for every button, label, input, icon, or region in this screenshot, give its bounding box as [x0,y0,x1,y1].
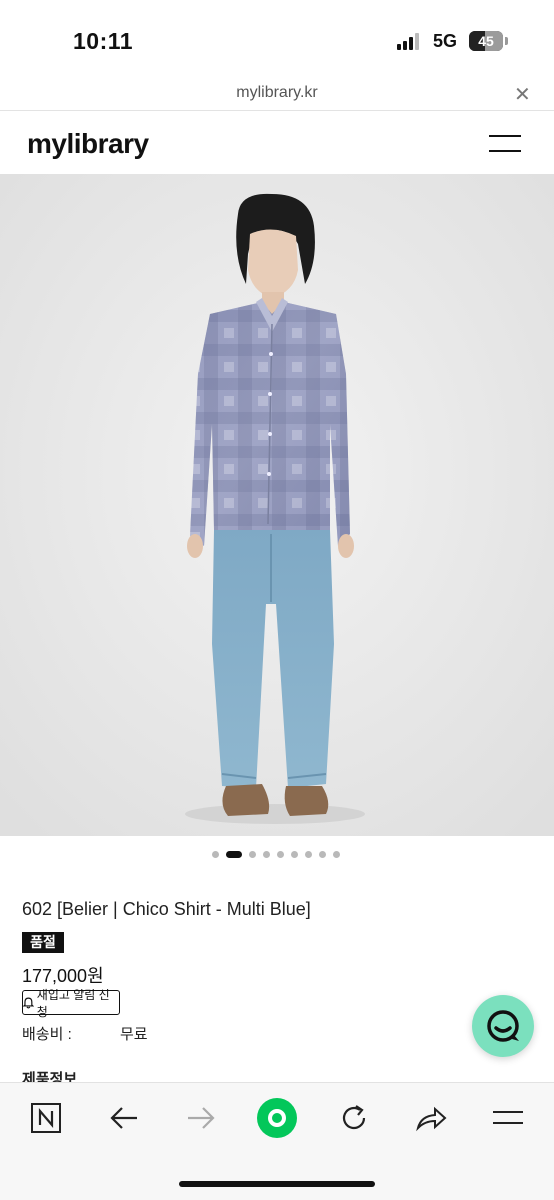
site-header: mylibrary [0,112,554,174]
refresh-icon[interactable] [334,1101,374,1135]
restock-alert-button[interactable]: 재입고 알림 신청 [22,988,120,1019]
bell-icon [23,997,34,1008]
status-bar: 10:11 5G 45 [0,0,554,80]
restock-alert-label: 재입고 알림 신청 [36,987,110,1019]
battery-tip [505,37,508,45]
signal-icon [397,33,423,50]
url-text[interactable]: mylibrary.kr [0,84,554,102]
carousel-dot[interactable] [319,851,326,858]
battery-level: 45 [478,33,494,49]
carousel-dot[interactable] [305,851,312,858]
status-time: 10:11 [73,28,134,54]
product-info-title[interactable]: 제품정보 [22,1068,77,1082]
chat-icon [487,1010,519,1042]
model-illustration [0,174,554,836]
menu-icon[interactable] [488,1101,528,1135]
carousel-dot[interactable] [212,851,219,858]
hamburger-menu-icon[interactable] [489,132,521,154]
n-logo-icon[interactable] [26,1101,66,1135]
soldout-badge: 품절 [22,932,64,953]
battery-icon: 45 [469,31,503,51]
shipping-value: 무료 [120,1026,148,1043]
chat-button[interactable] [472,995,534,1057]
product-name: 602 [Belier | Chico Shirt - Multi Blue] [22,899,311,919]
product-image[interactable] [0,174,554,836]
product-price: 177,000원 [22,966,104,986]
carousel-dot[interactable] [277,851,284,858]
carousel-dot[interactable] [333,851,340,858]
shipping-label: 배송비 : [22,1026,72,1043]
home-circle-icon[interactable] [256,1097,298,1139]
carousel-dot[interactable] [291,851,298,858]
forward-arrow-icon[interactable] [181,1101,221,1135]
close-icon[interactable]: ✕ [514,82,531,107]
site-logo[interactable]: mylibrary [27,128,149,160]
home-indicator [179,1181,375,1187]
carousel-dot[interactable] [263,851,270,858]
back-arrow-icon[interactable] [104,1101,144,1135]
carousel-dot[interactable] [249,851,256,858]
network-label: 5G [433,31,458,51]
url-bar: mylibrary.kr ✕ [0,80,554,111]
share-icon[interactable] [411,1101,451,1135]
carousel-dot-active[interactable] [226,851,242,858]
